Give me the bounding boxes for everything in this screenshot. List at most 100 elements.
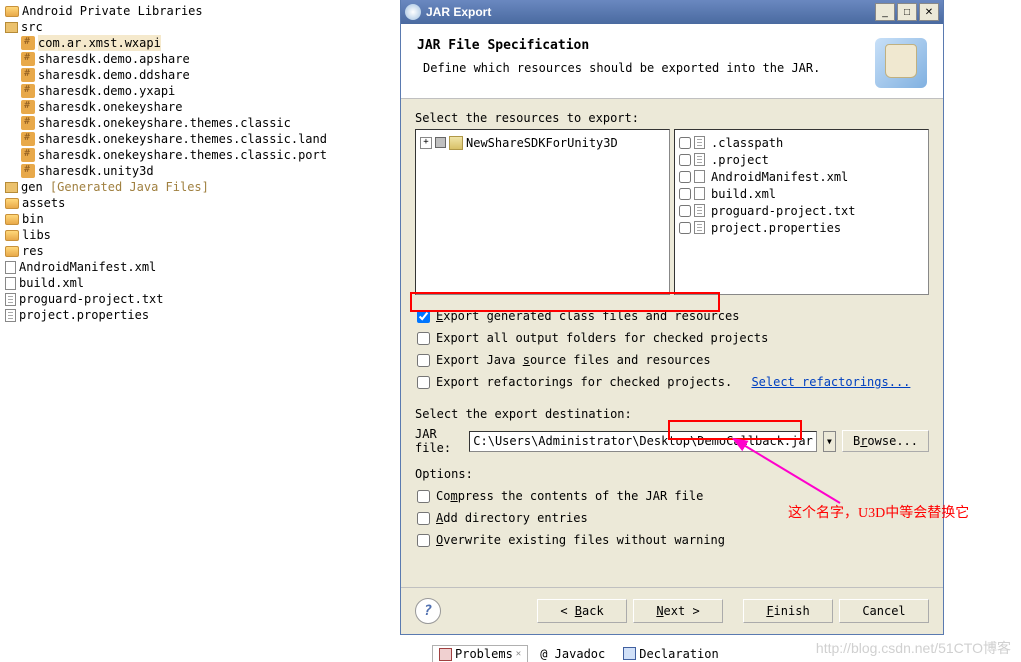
file-label: .project (711, 153, 769, 167)
tree-node-file[interactable]: project.properties (3, 307, 410, 323)
expand-icon[interactable]: + (420, 137, 432, 149)
jar-file-dropdown[interactable]: ▼ (823, 431, 836, 452)
file-icon (694, 136, 705, 149)
file-checkbox[interactable] (679, 137, 691, 149)
tree-label: sharesdk.demo.ddshare (38, 67, 190, 83)
export-refactor-checkbox[interactable] (417, 376, 430, 389)
tree-node-file[interactable]: AndroidManifest.xml (3, 259, 410, 275)
resource-file-list[interactable]: .classpath .project AndroidManifest.xml … (674, 129, 929, 295)
package-icon (21, 52, 35, 66)
browse-label: Browse... (853, 434, 918, 448)
file-checkbox[interactable] (679, 154, 691, 166)
bottom-tabs: Problems✕ @ Javadoc Declaration (432, 645, 725, 662)
tree-node-folder[interactable]: bin (3, 211, 410, 227)
tree-label: sharesdk.onekeyshare (38, 99, 183, 115)
export-output-checkbox[interactable] (417, 332, 430, 345)
file-label: AndroidManifest.xml (711, 170, 848, 184)
file-icon (694, 153, 705, 166)
minimize-button[interactable]: _ (875, 3, 895, 21)
tree-node-package[interactable]: sharesdk.onekeyshare (3, 99, 410, 115)
tree-node-file[interactable]: proguard-project.txt (3, 291, 410, 307)
checkbox-tristate[interactable] (435, 137, 446, 148)
tree-node-package[interactable]: sharesdk.demo.ddshare (3, 67, 410, 83)
problems-icon (439, 648, 452, 661)
tree-node-src[interactable]: src (3, 19, 410, 35)
maximize-button[interactable]: □ (897, 3, 917, 21)
back-label: < Back (560, 604, 603, 618)
titlebar[interactable]: JAR Export _ □ ✕ (401, 0, 943, 24)
tree-node-package[interactable]: sharesdk.onekeyshare.themes.classic.port (3, 147, 410, 163)
tree-label: build.xml (19, 275, 84, 291)
xml-file-icon (694, 187, 705, 200)
cancel-button[interactable]: Cancel (839, 599, 929, 623)
tree-node-folder[interactable]: libs (3, 227, 410, 243)
package-icon (21, 100, 35, 114)
resource-file-row[interactable]: .classpath (679, 134, 924, 151)
resource-file-row[interactable]: .project (679, 151, 924, 168)
finish-button[interactable]: Finish (743, 599, 833, 623)
project-tree: Android Private Libraries src com.ar.xms… (0, 0, 410, 323)
export-class-checkbox[interactable] (417, 310, 430, 323)
watermark: http://blog.csdn.net/51CTO博客 (816, 638, 1011, 658)
tree-node-libraries[interactable]: Android Private Libraries (3, 3, 410, 19)
tree-label: assets (22, 195, 65, 211)
overwrite-checkbox[interactable] (417, 534, 430, 547)
source-folder-icon (5, 182, 18, 193)
app-icon (405, 4, 421, 20)
select-refactorings-link[interactable]: Select refactorings... (751, 375, 910, 389)
resource-file-row[interactable]: AndroidManifest.xml (679, 168, 924, 185)
browse-button[interactable]: Browse... (842, 430, 929, 452)
text-file-icon (5, 309, 16, 322)
export-java-checkbox[interactable] (417, 354, 430, 367)
tab-problems[interactable]: Problems✕ (432, 645, 528, 662)
file-checkbox[interactable] (679, 171, 691, 183)
tree-node-package[interactable]: sharesdk.demo.apshare (3, 51, 410, 67)
text-file-icon (694, 204, 705, 217)
resource-file-row[interactable]: build.xml (679, 185, 924, 202)
export-class-label: Export generated class files and resourc… (436, 309, 739, 323)
next-button[interactable]: Next > (633, 599, 723, 623)
tree-node-package[interactable]: sharesdk.onekeyshare.themes.classic (3, 115, 410, 131)
source-folder-icon (5, 22, 18, 33)
tree-node-package[interactable]: sharesdk.onekeyshare.themes.classic.land (3, 131, 410, 147)
file-checkbox[interactable] (679, 205, 691, 217)
option-row: Overwrite existing files without warning (415, 529, 929, 551)
resource-tree-left[interactable]: + NewShareSDKForUnity3D (415, 129, 670, 295)
xml-file-icon (5, 277, 16, 290)
folder-icon (5, 214, 19, 225)
file-checkbox[interactable] (679, 222, 691, 234)
compress-checkbox[interactable] (417, 490, 430, 503)
tree-node-package[interactable]: sharesdk.demo.yxapi (3, 83, 410, 99)
file-checkbox[interactable] (679, 188, 691, 200)
tree-label: sharesdk.unity3d (38, 163, 154, 179)
resource-project-row[interactable]: + NewShareSDKForUnity3D (420, 134, 665, 151)
jar-export-dialog: JAR Export _ □ ✕ JAR File Specification … (400, 0, 944, 635)
tree-node-gen[interactable]: gen [Generated Java Files] (3, 179, 410, 195)
tree-label: sharesdk.demo.apshare (38, 51, 190, 67)
tree-node-folder[interactable]: res (3, 243, 410, 259)
window-title: JAR Export (426, 5, 875, 19)
tab-label: Declaration (639, 647, 718, 661)
resource-file-row[interactable]: project.properties (679, 219, 924, 236)
tab-declaration[interactable]: Declaration (617, 645, 724, 662)
jar-file-input[interactable]: C:\Users\Administrator\Desktop\DemoCallb… (469, 431, 817, 452)
package-icon (21, 68, 35, 82)
jar-path-filename: DemoCallback.jar (697, 434, 813, 448)
select-dest-label: Select the export destination: (415, 407, 929, 421)
wizard-title: JAR File Specification (417, 38, 875, 53)
tab-javadoc[interactable]: @ Javadoc (534, 645, 611, 662)
add-dir-checkbox[interactable] (417, 512, 430, 525)
library-icon (5, 6, 19, 17)
resource-file-row[interactable]: proguard-project.txt (679, 202, 924, 219)
tree-label: Android Private Libraries (22, 3, 203, 19)
tree-node-file[interactable]: build.xml (3, 275, 410, 291)
tree-node-package[interactable]: sharesdk.unity3d (3, 163, 410, 179)
tree-node-folder[interactable]: assets (3, 195, 410, 211)
package-icon (21, 148, 35, 162)
close-button[interactable]: ✕ (919, 3, 939, 21)
tree-node-package[interactable]: com.ar.xmst.wxapi (3, 35, 410, 51)
option-row: Export generated class files and resourc… (415, 305, 929, 327)
back-button[interactable]: < Back (537, 599, 627, 623)
help-button[interactable]: ? (415, 598, 441, 624)
select-resources-label: Select the resources to export: (415, 111, 929, 125)
